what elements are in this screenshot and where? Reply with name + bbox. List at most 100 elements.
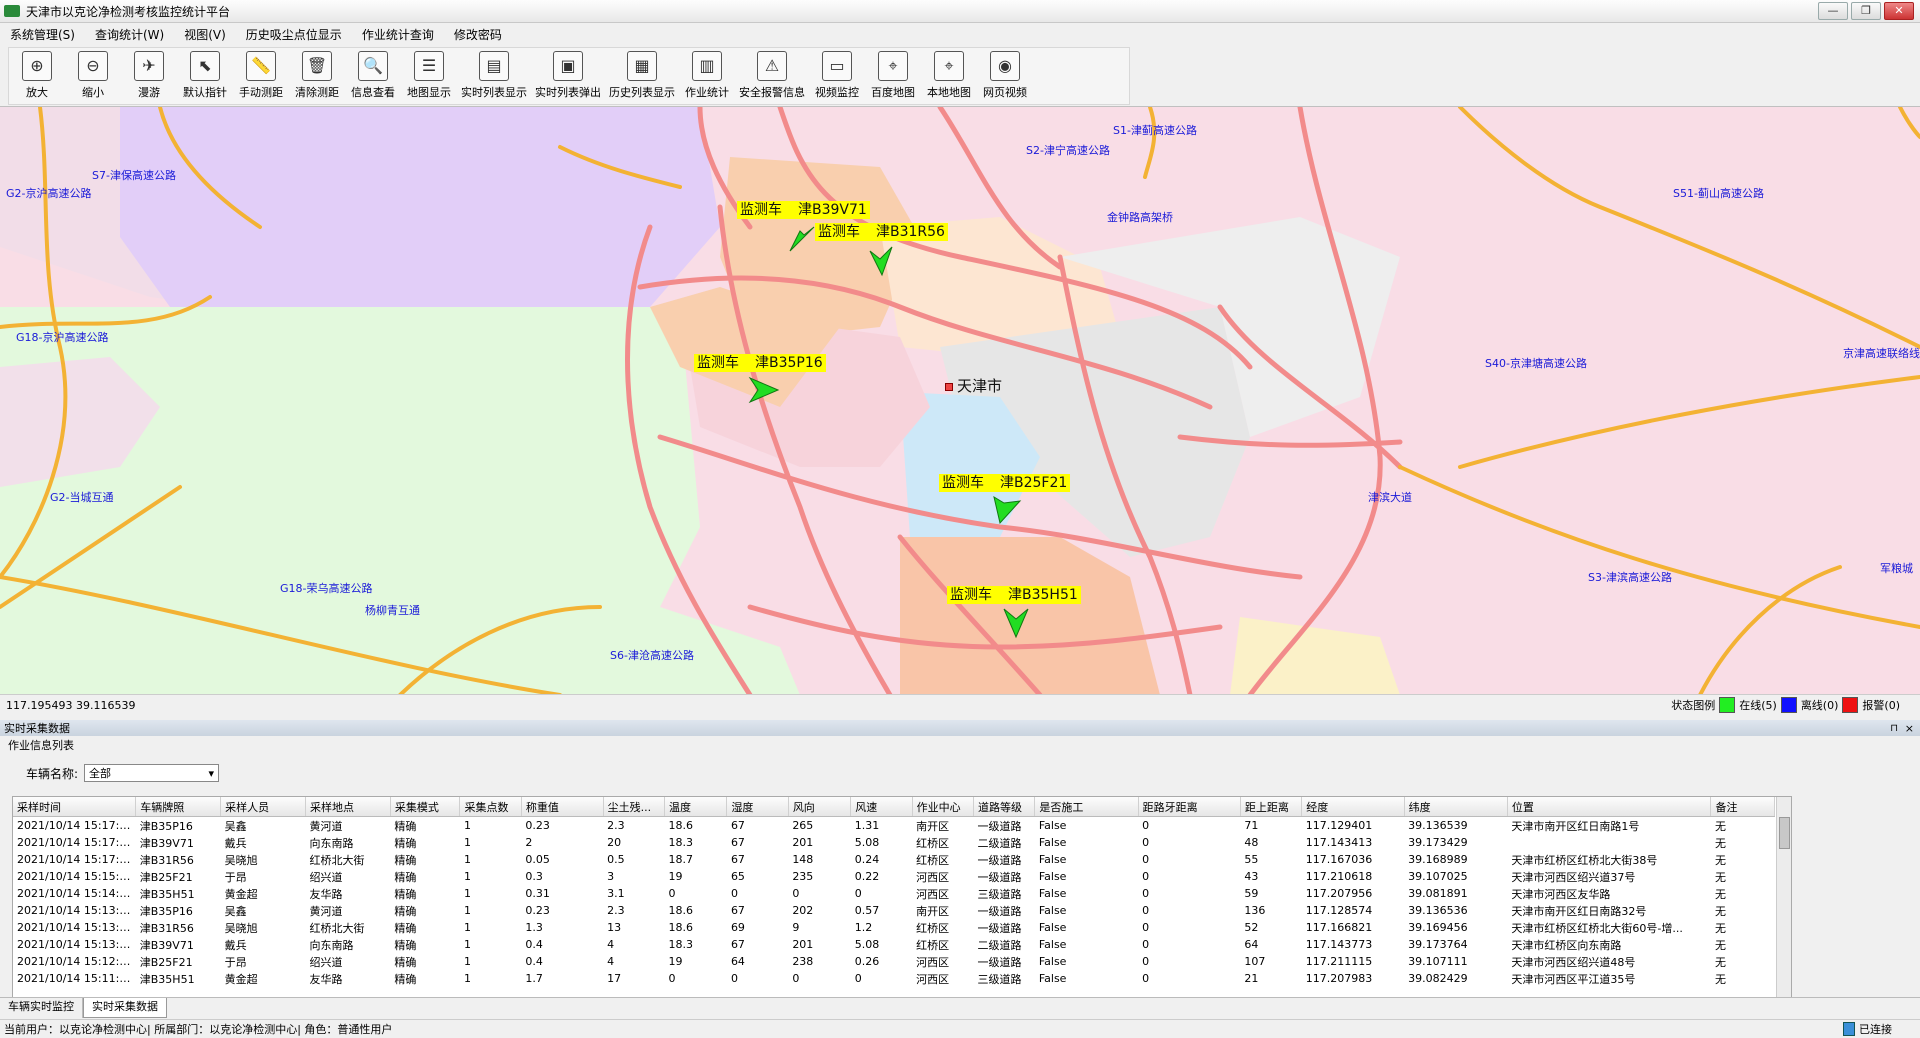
table-cell: 0: [1142, 853, 1150, 866]
column-header[interactable]: 风向: [788, 797, 852, 817]
toolbar-button-1[interactable]: ⊖ 缩小: [65, 48, 121, 104]
column-header[interactable]: 距上距离: [1240, 797, 1303, 817]
column-header[interactable]: 采样人员: [220, 797, 307, 817]
toolbar-button-4[interactable]: 📏 手动测距: [233, 48, 289, 104]
table-row[interactable]: 2021/10/14 15:15:48 津B25F21 于昂 绍兴道 精确 1 0.3 3 19…: [13, 868, 1775, 885]
table-cell: 67: [730, 853, 745, 866]
vehicle-label-2[interactable]: 监测车 津B31R56: [815, 223, 948, 241]
close-button[interactable]: ✕: [1884, 2, 1914, 20]
menu-view[interactable]: 视图(V): [174, 26, 236, 43]
column-header[interactable]: 备注: [1710, 797, 1775, 817]
column-header[interactable]: 位置: [1507, 797, 1712, 817]
column-header[interactable]: 是否施工: [1034, 797, 1139, 817]
column-header[interactable]: 经度: [1301, 797, 1405, 817]
column-header[interactable]: 纬度: [1404, 797, 1508, 817]
toolbar-button-12[interactable]: ⚠ 安全报警信息: [735, 48, 809, 104]
vehicle-label-4[interactable]: 监测车 津B25F21: [939, 474, 1071, 492]
table-cell: 39.173764: [1408, 938, 1468, 951]
column-header[interactable]: 温度: [664, 797, 728, 817]
vehicle-label-5[interactable]: 监测车 津B35H51: [947, 586, 1081, 604]
toolbar-button-13[interactable]: ▭ 视频监控: [809, 48, 865, 104]
column-header[interactable]: 风速: [850, 797, 913, 817]
table-row[interactable]: 2021/10/14 15:12:05 津B25F21 于昂 绍兴道 精确 1 0.4 4 19…: [13, 953, 1775, 970]
vehicle-arrow-icon-3[interactable]: [746, 376, 780, 404]
toolbar-label: 百度地图: [871, 86, 915, 99]
table-cell: 精确: [394, 870, 417, 884]
table-row[interactable]: 2021/10/14 15:14:54 津B35H51 黄金超 友华路 精确 1 0.31 3…: [13, 885, 1775, 902]
column-header[interactable]: 采集模式: [390, 797, 461, 817]
toolbar-label: 实时列表显示: [461, 86, 527, 99]
vehicle-label-3[interactable]: 监测车 津B35P16: [694, 354, 826, 372]
column-header[interactable]: 称重值: [521, 797, 604, 817]
column-header[interactable]: 湿度: [726, 797, 789, 817]
vehicle-arrow-icon-5[interactable]: [1000, 605, 1032, 639]
menu-query[interactable]: 查询统计(W): [85, 26, 174, 43]
table-cell: 无: [1714, 921, 1726, 935]
column-header[interactable]: 采样时间: [13, 797, 137, 817]
column-header[interactable]: 采样地点: [305, 797, 391, 817]
column-header[interactable]: 尘土残...: [603, 797, 666, 817]
table-cell: 精确: [394, 819, 417, 833]
table-cell: 67: [730, 819, 745, 832]
map-status-bar: 117.195493 39.116539 状态图例 在线(5) 离线(0) 报警…: [0, 694, 1920, 715]
table-row[interactable]: 2021/10/14 15:13:59 津B35P16 吴鑫 黄河道 精确 1 0.23 2.…: [13, 902, 1775, 919]
table-row[interactable]: 2021/10/14 15:11:04 津B35H51 黄金超 友华路 精确 1 1.7 17…: [13, 970, 1775, 987]
table-cell: 1: [463, 819, 471, 832]
vehicle-arrow-icon-2[interactable]: [866, 243, 898, 277]
table-row[interactable]: 2021/10/14 15:13:36 津B39V71 戴兵 向东南路 精确 1 0.4 4 1…: [13, 936, 1775, 953]
table-cell: 黄河道: [309, 904, 343, 918]
table-cell: 1: [463, 904, 471, 917]
vehicle-arrow-icon-1[interactable]: [786, 221, 818, 253]
scrollbar-thumb[interactable]: [1779, 817, 1790, 849]
menu-work-stats[interactable]: 作业统计查询: [352, 26, 444, 43]
toolbar-button-0[interactable]: ⊕ 放大: [9, 48, 65, 104]
column-header[interactable]: 采集点数: [459, 797, 522, 817]
panel-close-icon[interactable]: ×: [1905, 722, 1914, 735]
map-view[interactable]: S1-津蓟高速公路 S2-津宁高速公路 S7-津保高速公路 G2-京沪高速公路 …: [0, 106, 1920, 695]
toolbar-button-2[interactable]: ✈ 漫游: [121, 48, 177, 104]
road-label-g2-dangcheng: G2-当城互通: [50, 491, 114, 504]
toolbar-button-15[interactable]: ⌖ 本地地图: [921, 48, 977, 104]
table-row[interactable]: 2021/10/14 15:17:25 津B39V71 戴兵 向东南路 精确 1 2 20 18…: [13, 834, 1775, 851]
vehicle-arrow-icon-4[interactable]: [990, 493, 1022, 525]
tab-vehicle-monitor[interactable]: 车辆实时监控: [0, 998, 83, 1018]
toolbar-button-5[interactable]: 🗑 清除测距: [289, 48, 345, 104]
panel-subtitle: 作业信息列表: [8, 739, 74, 752]
toolbar-button-3[interactable]: ⬉ 默认指针: [177, 48, 233, 104]
toolbar-button-16[interactable]: ◉ 网页视频: [977, 48, 1033, 104]
table-cell: 精确: [394, 853, 417, 867]
table-cell: 0.24: [854, 853, 880, 866]
minimize-button[interactable]: —: [1818, 2, 1848, 20]
toolbar-button-7[interactable]: ☰ 地图显示: [401, 48, 457, 104]
column-header[interactable]: 道路等级: [973, 797, 1036, 817]
work-data-table[interactable]: 采样时间 车辆牌照 采样人员 采样地点 采集模式 采集点数 称重值 尘土残... 温度 湿度 风向风…: [12, 796, 1792, 998]
table-cell: 1: [463, 853, 471, 866]
tab-realtime-data[interactable]: 实时采集数据: [83, 998, 167, 1018]
table-row[interactable]: 2021/10/14 15:17:46 津B35P16 吴鑫 黄河道 精确 1 0.23 2.…: [13, 817, 1775, 835]
table-cell: 1: [463, 955, 471, 968]
table-cell: 精确: [394, 921, 417, 935]
toolbar-button-8[interactable]: ▤ 实时列表显示: [457, 48, 531, 104]
vehicle-select[interactable]: 全部 ▾: [84, 764, 220, 782]
menu-history-points[interactable]: 历史吸尘点位显示: [236, 26, 352, 43]
column-header[interactable]: 距路牙距离: [1138, 797, 1241, 817]
table-row[interactable]: 2021/10/14 15:13:37 津B31R56 吴晓旭 红桥北大街 精确 1 1.3…: [13, 919, 1775, 936]
column-header[interactable]: 作业中心: [912, 797, 974, 817]
menu-change-password[interactable]: 修改密码: [444, 26, 512, 43]
vertical-scrollbar[interactable]: [1776, 797, 1791, 997]
table-row[interactable]: 2021/10/14 15:17:17 津B31R56 吴晓旭 红桥北大街 精确 1 0.0…: [13, 851, 1775, 868]
toolbar-button-10[interactable]: ▦ 历史列表显示: [605, 48, 679, 104]
table-cell: 3.1: [607, 887, 625, 900]
vehicle-label-1[interactable]: 监测车 津B39V71: [737, 201, 870, 219]
toolbar-button-6[interactable]: 🔍 信息查看: [345, 48, 401, 104]
toolbar-button-9[interactable]: ▣ 实时列表弹出: [531, 48, 605, 104]
toolbar-button-11[interactable]: ▥ 作业统计: [679, 48, 735, 104]
column-header[interactable]: 车辆牌照: [135, 797, 222, 817]
toolbar-button-14[interactable]: ⌖ 百度地图: [865, 48, 921, 104]
table-cell: 1.7: [525, 972, 543, 985]
menu-system[interactable]: 系统管理(S): [0, 26, 85, 43]
maximize-button[interactable]: ❐: [1851, 2, 1881, 20]
legend-online-swatch: [1719, 697, 1736, 713]
table-cell: 0.26: [854, 955, 880, 968]
pin-icon[interactable]: ⊓: [1890, 723, 1898, 734]
